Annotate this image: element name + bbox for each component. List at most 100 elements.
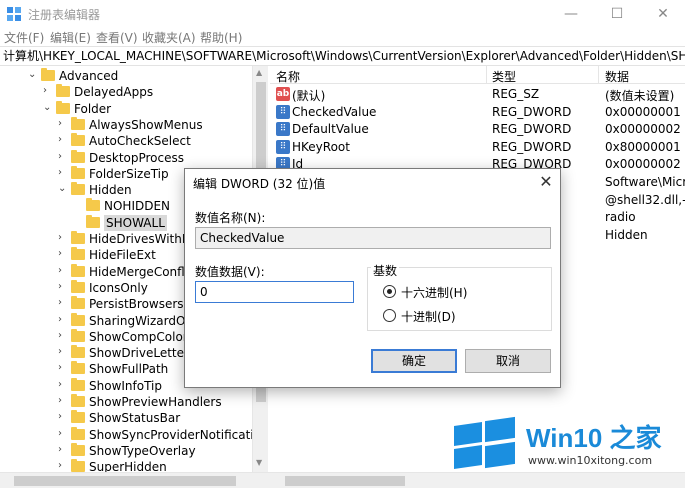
chevron-right-icon[interactable]: › (58, 151, 68, 162)
chevron-down-icon[interactable]: ⌄ (28, 69, 38, 80)
column-name[interactable]: 名称 (276, 68, 300, 85)
chevron-right-icon[interactable]: › (58, 281, 68, 292)
chevron-right-icon[interactable]: › (58, 134, 68, 145)
list-row[interactable]: ab (默认) REG_SZ (数值未设置) (270, 86, 685, 103)
tree-item[interactable]: › DesktopProcess (0, 149, 252, 166)
address-bar[interactable]: 计算机\HKEY_LOCAL_MACHINE\SOFTWARE\Microsof… (0, 46, 685, 66)
radio-hex-label[interactable]: 十六进制(H) (401, 284, 467, 301)
chevron-right-icon[interactable]: › (58, 314, 68, 325)
radio-decimal-label[interactable]: 十进制(D) (401, 308, 456, 325)
list-row[interactable]: ⠿HKeyRoot REG_DWORD 0x80000001 (2 (270, 139, 685, 156)
cell-name: CheckedValue (292, 104, 377, 119)
folder-icon (71, 263, 85, 277)
chevron-right-icon[interactable]: › (58, 444, 68, 455)
tree-item[interactable]: ⌄ Folder (0, 100, 252, 117)
menu-favorites[interactable]: 收藏夹(A) (142, 29, 196, 46)
radio-hex[interactable] (383, 285, 396, 298)
tree-item-label: Hidden (89, 183, 132, 198)
folder-icon (71, 328, 85, 342)
cell-data: 0x00000002 (2 (605, 122, 685, 137)
radio-decimal[interactable] (383, 309, 396, 322)
tree-item-label: DelayedApps (74, 85, 154, 100)
chevron-right-icon[interactable]: › (58, 346, 68, 357)
chevron-right-icon[interactable]: › (58, 232, 68, 243)
scroll-up-icon[interactable]: ▲ (256, 68, 262, 77)
chevron-down-icon[interactable]: ⌄ (58, 183, 68, 194)
minimize-button[interactable]: — (548, 0, 594, 28)
maximize-button[interactable]: ☐ (594, 0, 640, 28)
tree-item-label: HideMergeConflic (89, 264, 195, 279)
list-h-scroll-thumb[interactable] (285, 476, 405, 486)
menu-view[interactable]: 查看(V) (96, 29, 138, 46)
folder-icon (71, 345, 85, 359)
cell-type: REG_DWORD (492, 139, 572, 154)
chevron-right-icon[interactable]: › (43, 85, 53, 96)
tree-item[interactable]: › ShowSyncProviderNotifications (0, 426, 252, 443)
chevron-right-icon[interactable]: › (58, 167, 68, 178)
tree-item-label: HideFileExt (89, 248, 156, 263)
folder-icon (56, 84, 70, 98)
tree-item[interactable]: › DelayedApps (0, 84, 252, 100)
tree-item[interactable]: › AlwaysShowMenus (0, 116, 252, 133)
string-value-icon: ab (276, 87, 290, 101)
tree-item-label: ShowTypeOverlay (89, 443, 196, 458)
cell-data: Software\Micro (605, 175, 685, 189)
tree-item-label: NOHIDDEN (104, 199, 171, 214)
tree-item-label: ShowStatusBar (89, 411, 181, 426)
cell-data: 0x00000002 (2 (605, 157, 685, 172)
close-button[interactable]: ✕ (640, 0, 685, 28)
chevron-right-icon[interactable]: › (58, 330, 68, 341)
folder-icon (71, 361, 85, 375)
tree-item-label: ShowDriveLetters (89, 346, 196, 361)
menu-edit[interactable]: 编辑(E) (50, 29, 91, 46)
tree-item[interactable]: › ShowTypeOverlay (0, 442, 252, 459)
chevron-right-icon[interactable]: › (58, 297, 68, 308)
cell-type: REG_DWORD (492, 104, 572, 119)
folder-icon (71, 312, 85, 326)
window-title: 注册表编辑器 (28, 8, 101, 22)
regedit-app-icon (7, 7, 21, 21)
value-name-label: 数值名称(N): (195, 211, 266, 225)
folder-icon (86, 214, 100, 228)
chevron-right-icon[interactable]: › (58, 118, 68, 129)
chevron-right-icon[interactable]: › (58, 248, 68, 259)
menu-help[interactable]: 帮助(H) (200, 29, 242, 46)
chevron-down-icon[interactable]: ⌄ (43, 102, 53, 113)
tree-item-label: AutoCheckSelect (89, 134, 191, 149)
tree-item[interactable]: ⌄ Advanced (0, 68, 252, 84)
chevron-right-icon[interactable]: › (58, 411, 68, 422)
folder-icon (71, 182, 85, 196)
chevron-right-icon[interactable]: › (58, 379, 68, 390)
cancel-button[interactable]: 取消 (465, 349, 551, 373)
cell-data: 0x00000001 (1 (605, 104, 685, 119)
tree-item-label: AlwaysShowMenus (89, 117, 203, 132)
chevron-right-icon[interactable]: › (58, 395, 68, 406)
tree-item[interactable]: › SuperHidden (0, 459, 252, 472)
folder-icon (71, 377, 85, 391)
tree-h-scroll-thumb[interactable] (14, 476, 236, 486)
folder-icon (56, 100, 70, 114)
value-data-label: 数值数据(V): (195, 265, 265, 279)
tree-item[interactable]: › ShowStatusBar (0, 410, 252, 426)
dialog-close-icon[interactable]: ✕ (535, 171, 557, 193)
scroll-down-icon[interactable]: ▼ (256, 458, 262, 467)
ok-button[interactable]: 确定 (371, 349, 457, 373)
folder-icon (71, 279, 85, 293)
tree-item[interactable]: › ShowPreviewHandlers (0, 394, 252, 410)
list-row[interactable]: ⠿CheckedValue REG_DWORD 0x00000001 (1 (270, 104, 685, 121)
cell-type: REG_DWORD (492, 122, 572, 137)
list-row[interactable]: ⠿DefaultValue REG_DWORD 0x00000002 (2 (270, 121, 685, 138)
tree-item-label: SuperHidden (89, 460, 167, 472)
horizontal-scrollbar[interactable] (0, 472, 685, 488)
tree-item[interactable]: › AutoCheckSelect (0, 133, 252, 149)
value-data-input[interactable]: 0 (195, 281, 354, 303)
chevron-right-icon[interactable]: › (58, 265, 68, 276)
chevron-right-icon[interactable]: › (58, 362, 68, 373)
base-label: 基数 (371, 262, 400, 279)
menu-file[interactable]: 文件(F) (4, 29, 44, 46)
chevron-right-icon[interactable]: › (58, 460, 68, 471)
edit-dword-dialog: 编辑 DWORD (32 位)值 ✕ 数值名称(N): CheckedValue… (184, 168, 561, 388)
chevron-right-icon[interactable]: › (58, 428, 68, 439)
column-data[interactable]: 数据 (605, 68, 629, 85)
column-type[interactable]: 类型 (492, 68, 516, 85)
